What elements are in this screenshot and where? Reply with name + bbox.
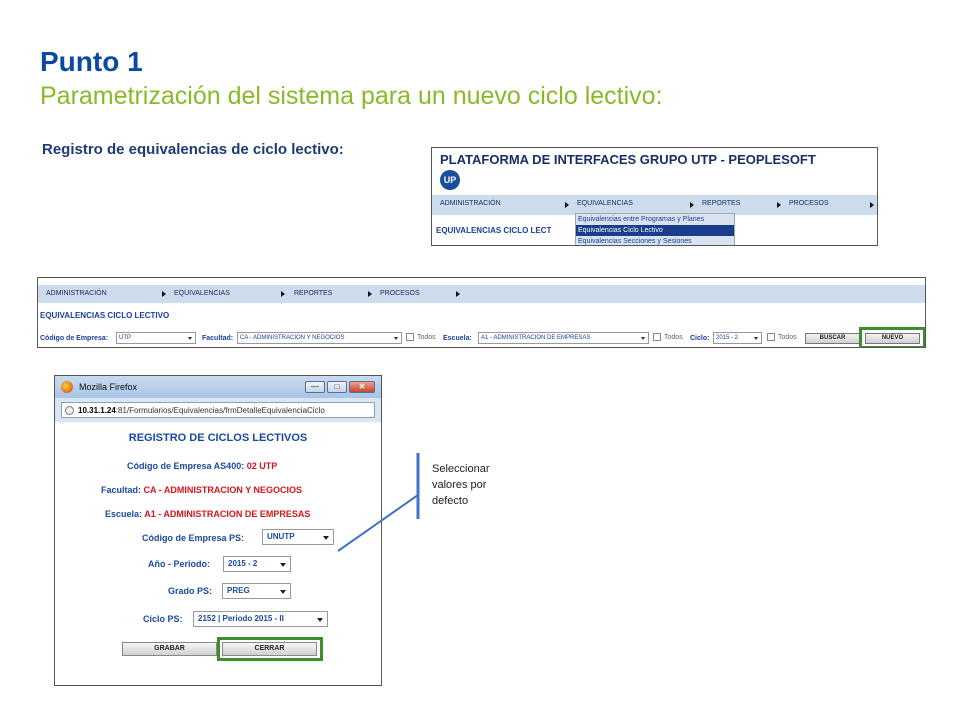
nuevo-highlight-box: [859, 327, 925, 347]
maximize-button[interactable]: □: [327, 381, 347, 393]
url-text: 10.31.1.24:81/Formularios/Equivalencias/…: [78, 406, 325, 415]
portal-screenshot-menu: PLATAFORMA DE INTERFACES GRUPO UTP - PEO…: [431, 147, 878, 246]
minimize-button[interactable]: —: [305, 381, 325, 393]
codigo-empresa-as400-value: 02 UTP: [246, 461, 278, 471]
ciclo-todos-checkbox[interactable]: [767, 333, 775, 341]
callout-pointer-line: [337, 494, 419, 552]
facultad-select[interactable]: CA - ADMINISTRACION Y NEGOCIOS: [237, 332, 402, 344]
nav-arrow-icon: [368, 291, 372, 297]
escuela-todos-checkbox[interactable]: [653, 333, 661, 341]
ciclo-lectivo-filter-screenshot: ADMINISTRACIÓN EQUIVALENCIAS REPORTES PR…: [37, 277, 926, 348]
page-heading: EQUIVALENCIAS CICLO LECT: [436, 226, 552, 235]
utp-logo: UP: [440, 170, 460, 190]
facultad-label: Facultad:: [101, 485, 142, 495]
nav-item-procesos[interactable]: PROCESOS: [789, 200, 829, 207]
slide-title: Punto 1: [40, 46, 143, 77]
anio-periodo-label: Año - Periodo:: [148, 559, 210, 569]
section-label: Registro de equivalencias de ciclo lecti…: [42, 141, 344, 158]
codigo-empresa-as400-row: Código de Empresa AS400: 02 UTP: [127, 461, 277, 471]
nav-arrow-icon: [456, 291, 460, 297]
anio-periodo-select[interactable]: 2015 - 2: [223, 556, 291, 572]
portal-nav-bar: ADMINISTRACIÓN EQUIVALENCIAS REPORTES PR…: [432, 195, 877, 215]
ciclo-ps-label: Ciclo PS:: [143, 614, 183, 624]
nav-item-reportes[interactable]: REPORTES: [294, 290, 332, 297]
nav-item-procesos[interactable]: PROCESOS: [380, 290, 420, 297]
menu-item-secciones-sesiones[interactable]: Equivalencias Secciones y Sesiones: [576, 236, 734, 245]
codigo-empresa-label: Código de Empresa:: [40, 335, 109, 342]
close-button[interactable]: ✕: [349, 381, 375, 393]
nav-arrow-icon: [162, 291, 166, 297]
facultad-todos-checkbox[interactable]: [406, 333, 414, 341]
dialog-heading: REGISTRO DE CICLOS LECTIVOS: [128, 432, 308, 444]
site-identity-icon[interactable]: [65, 406, 74, 415]
menu-item-programas-planes[interactable]: Equivalencias entre Programas y Planes: [576, 214, 734, 225]
firefox-icon: [61, 381, 73, 393]
window-title: Mozilla Firefox: [79, 382, 138, 392]
codigo-empresa-ps-select[interactable]: UNUTP: [262, 529, 334, 545]
facultad-todos-label: Todos: [417, 334, 436, 341]
grado-ps-label: Grado PS:: [168, 586, 213, 596]
nav-item-administracion[interactable]: ADMINISTRACIÓN: [46, 290, 107, 297]
escuela-label: Escuela:: [105, 509, 143, 519]
nav-arrow-icon: [870, 202, 874, 208]
nav-item-equivalencias[interactable]: EQUIVALENCIAS: [174, 290, 230, 297]
buscar-button[interactable]: BUSCAR: [805, 333, 860, 344]
ciclo-ps-select[interactable]: 2152 | Periodo 2015 - II: [193, 611, 328, 627]
callout-line: Seleccionar: [432, 463, 490, 475]
window-titlebar: Mozilla Firefox — □ ✕: [55, 376, 381, 398]
codigo-empresa-as400-label: Código de Empresa AS400:: [127, 461, 245, 471]
facultad-value: CA - ADMINISTRACION Y NEGOCIOS: [143, 485, 303, 495]
nav-arrow-icon: [565, 202, 569, 208]
slide-subtitle: Parametrización del sistema para un nuev…: [40, 82, 663, 110]
ciclo-select[interactable]: 2015 - 2: [713, 332, 762, 344]
url-path: :81/Formularios/Equivalencias/frmDetalle…: [115, 406, 325, 415]
equivalencias-dropdown-menu: Equivalencias entre Programas y Planes E…: [575, 213, 735, 245]
facultad-row: Facultad: CA - ADMINISTRACION Y NEGOCIOS: [101, 485, 302, 495]
escuela-label: Escuela:: [443, 335, 472, 342]
nav-arrow-icon: [690, 202, 694, 208]
nav-item-equivalencias[interactable]: EQUIVALENCIAS: [577, 200, 633, 207]
page-heading: EQUIVALENCIAS CICLO LECTIVO: [40, 311, 170, 320]
portal-nav-bar: ADMINISTRACIÓN EQUIVALENCIAS REPORTES PR…: [38, 285, 925, 303]
nav-arrow-icon: [777, 202, 781, 208]
callout-note: Seleccionar valores por defecto: [432, 461, 489, 509]
menu-item-ciclo-lectivo[interactable]: Equivalencias Ciclo Lectivo: [576, 225, 734, 236]
escuela-row: Escuela: A1 - ADMINISTRACION DE EMPRESAS: [105, 509, 310, 519]
codigo-empresa-select[interactable]: UTP: [116, 332, 196, 344]
grado-ps-select[interactable]: PREG: [222, 583, 291, 599]
nav-item-reportes[interactable]: REPORTES: [702, 200, 740, 207]
url-host: 10.31.1.24: [78, 406, 116, 415]
codigo-empresa-ps-label: Código de Empresa PS:: [142, 533, 245, 543]
callout-line: valores por: [432, 479, 487, 491]
callout-connector: [337, 453, 420, 552]
url-bar[interactable]: 10.31.1.24:81/Formularios/Equivalencias/…: [61, 402, 375, 418]
ciclo-todos-label: Todos: [778, 334, 797, 341]
escuela-select[interactable]: A1 - ADMINISTRACION DE EMPRESAS: [478, 332, 649, 344]
nav-arrow-icon: [281, 291, 285, 297]
escuela-todos-label: Todos: [664, 334, 683, 341]
grabar-button[interactable]: GRABAR: [122, 642, 217, 656]
escuela-value: A1 - ADMINISTRACION DE EMPRESAS: [144, 509, 311, 519]
ciclo-label: Ciclo:: [690, 335, 710, 342]
nav-item-administracion[interactable]: ADMINISTRACIÓN: [440, 200, 501, 207]
callout-line: defecto: [432, 495, 469, 507]
portal-header-title: PLATAFORMA DE INTERFACES GRUPO UTP - PEO…: [440, 152, 816, 167]
facultad-label: Facultad:: [202, 335, 234, 342]
cerrar-highlight-box: [217, 637, 323, 661]
